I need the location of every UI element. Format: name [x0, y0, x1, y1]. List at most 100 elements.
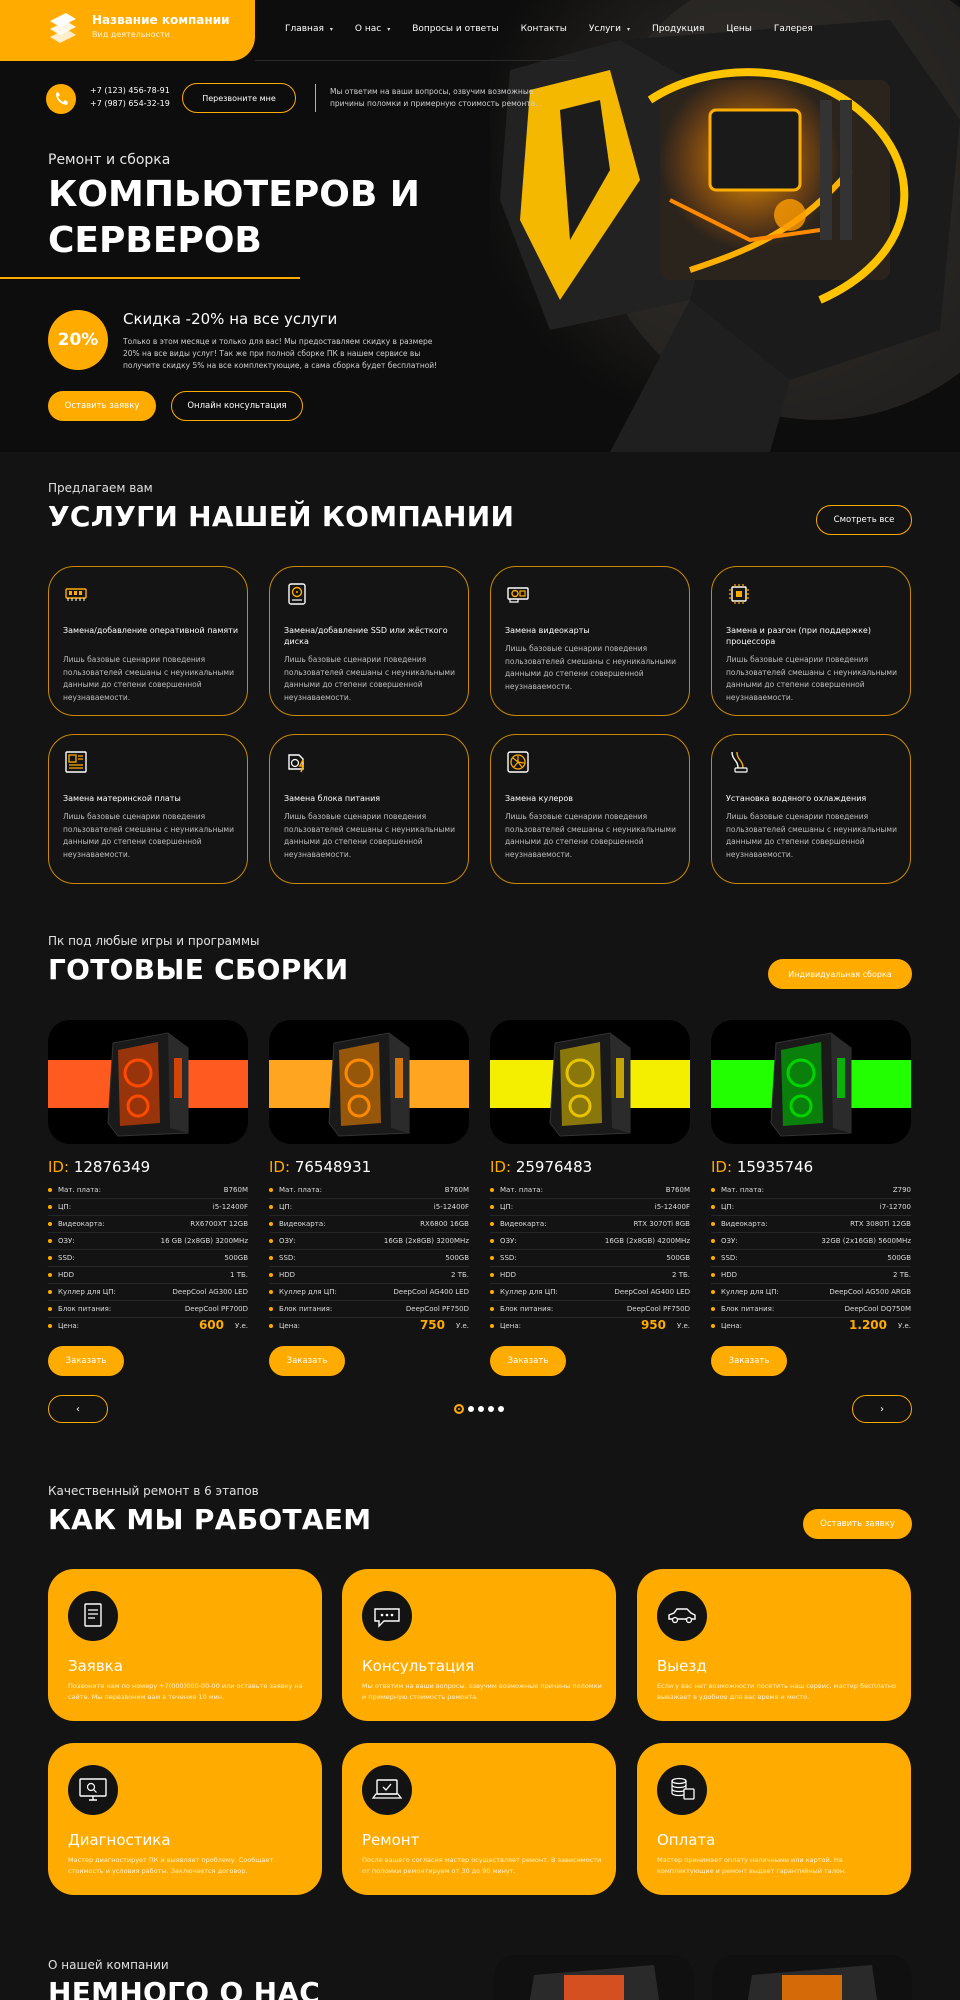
spec-label: ЦП:	[721, 1203, 735, 1211]
build-image[interactable]	[269, 1020, 469, 1144]
see-all-button[interactable]: Смотреть все	[816, 505, 912, 535]
spec-value: 2 ТБ.	[451, 1271, 469, 1279]
nav-item-label: Продукция	[652, 24, 705, 34]
spec-value: RX6700XT 12GB	[190, 1220, 248, 1228]
hero-pc-image	[490, 0, 960, 452]
spec-row: SSD: 500GB	[490, 1250, 690, 1267]
spec-row: Мат. плата: B760M	[269, 1182, 469, 1199]
about-image-1	[494, 1955, 694, 2000]
pagination-dot[interactable]	[478, 1406, 484, 1412]
order-button[interactable]: Заказать	[490, 1346, 566, 1376]
nav-item[interactable]: Главная ▾	[285, 24, 333, 34]
nav-item-label: Цены	[726, 24, 752, 34]
price-label: Цена:	[721, 1322, 742, 1330]
carousel-next-button[interactable]: ›	[852, 1395, 912, 1423]
spec-row: Блок питания: DeepCool PF750D	[269, 1301, 469, 1318]
spec-label: Мат. плата:	[500, 1186, 543, 1194]
order-button[interactable]: Заказать	[711, 1346, 787, 1376]
nav-item[interactable]: Цены	[726, 24, 752, 34]
spec-row: Видеокарта: RX6800 16GB	[269, 1216, 469, 1233]
spec-value: 2 ТБ.	[672, 1271, 690, 1279]
nav-item[interactable]: Вопросы и ответы	[412, 24, 498, 34]
spec-row: SSD: 500GB	[48, 1250, 248, 1267]
step-title: Выезд	[657, 1657, 707, 1675]
spec-row: Куллер для ЦП: DeepCool AG500 ARGB	[711, 1284, 911, 1301]
build-image[interactable]	[48, 1020, 248, 1144]
chat-icon	[362, 1591, 412, 1641]
phone-number-2[interactable]: +7 (987) 654-32-19	[90, 99, 170, 108]
build-id-prefix: ID:	[711, 1158, 733, 1176]
pagination-dot[interactable]	[468, 1406, 474, 1412]
spec-value: B760M	[223, 1186, 248, 1194]
bullet-icon	[48, 1256, 52, 1260]
spec-value: 500GB	[887, 1254, 911, 1262]
bullet-icon	[490, 1273, 494, 1277]
spec-value: i5-12400F	[433, 1203, 469, 1211]
service-card[interactable]: Замена видеокарты Лишь базовые сценарии п…	[490, 566, 690, 716]
bullet-icon	[48, 1239, 52, 1243]
build-image[interactable]	[490, 1020, 690, 1144]
spec-label: Блок питания:	[500, 1305, 554, 1313]
bullet-icon	[48, 1205, 52, 1209]
nav-item[interactable]: Галерея	[774, 24, 813, 34]
spec-value: i5-12400F	[212, 1203, 248, 1211]
pagination-dot[interactable]	[488, 1406, 494, 1412]
phone-icon[interactable]	[46, 84, 76, 114]
spec-row: SSD: 500GB	[269, 1250, 469, 1267]
spec-label: ОЗУ:	[58, 1237, 75, 1245]
build-id-value: 15935746	[736, 1158, 814, 1176]
nav-item[interactable]: Контакты	[521, 24, 567, 34]
spec-value: i7-12700	[879, 1203, 911, 1211]
ram-icon	[63, 581, 89, 607]
service-card[interactable]: Замена и разгон (при поддержке) процессо…	[711, 566, 911, 716]
service-card[interactable]: Замена блока питания Лишь базовые сценари…	[269, 734, 469, 884]
service-text: Лишь базовые сценарии поведения пользова…	[63, 655, 234, 702]
carousel-prev-button[interactable]: ‹	[48, 1395, 108, 1423]
steps-request-button[interactable]: Оставить заявку	[803, 1509, 912, 1539]
service-card[interactable]: Замена/добавление SSD или жёсткого диска…	[269, 566, 469, 716]
service-card[interactable]: Замена материнской платы Лишь базовые сце…	[48, 734, 248, 884]
service-text: Лишь базовые сценарии поведения пользова…	[63, 812, 234, 859]
service-card[interactable]: Замена/добавление оперативной памяти Лишь…	[48, 566, 248, 716]
service-card[interactable]: Замена кулеров Лишь базовые сценарии пове…	[490, 734, 690, 884]
callback-button[interactable]: Перезвоните мне	[182, 83, 296, 113]
spec-row: HDD 2 ТБ.	[711, 1267, 911, 1284]
step-text: Мастер диагностирует ПК и выявляет пробл…	[68, 1856, 274, 1875]
build-image[interactable]	[711, 1020, 911, 1144]
hero-request-button[interactable]: Оставить заявку	[48, 391, 156, 421]
nav-item[interactable]: Продукция	[652, 24, 704, 34]
spec-label: Куллер для ЦП:	[58, 1288, 116, 1296]
main-nav: Главная ▾ О нас ▾ Вопросы и ответы Контакты Ус…	[285, 24, 835, 34]
spec-row: Блок питания: DeepCool PF700D	[48, 1301, 248, 1318]
bullet-icon	[48, 1188, 52, 1192]
price-value: 1.200	[849, 1318, 887, 1332]
logo-block[interactable]: Название компании Вид деятельности	[0, 0, 255, 61]
bullet-icon	[269, 1324, 273, 1328]
build-id-prefix: ID:	[48, 1158, 70, 1176]
step-card: Ремонт После вашего согласия мастер осуще…	[342, 1743, 616, 1895]
order-button[interactable]: Заказать	[269, 1346, 345, 1376]
chevron-down-icon: ▾	[626, 25, 630, 33]
price-value: 950	[640, 1318, 666, 1332]
pagination-dot[interactable]	[454, 1404, 464, 1414]
spec-value: RTX 3080Ti 12GB	[850, 1220, 911, 1228]
about-title: НЕМНОГО О НАС	[48, 1976, 321, 2000]
nav-item[interactable]: О нас ▾	[355, 24, 390, 34]
build-id-value: 12876349	[73, 1158, 151, 1176]
nav-item[interactable]: Услуги ▾	[589, 24, 630, 34]
price-row: Цена: 750 У.е.	[269, 1318, 469, 1335]
hero-consult-button[interactable]: Онлайн консультация	[171, 391, 303, 421]
pagination-dot[interactable]	[498, 1406, 504, 1412]
pc-case-icon	[770, 1032, 852, 1137]
about-pretitle: О нашей компании	[48, 1958, 169, 1972]
phone-number-1[interactable]: +7 (123) 456-78-91	[90, 86, 170, 95]
discount-badge: 20%	[48, 310, 108, 370]
spec-row: HDD 2 ТБ.	[490, 1267, 690, 1284]
spec-row: ЦП: i7-12700	[711, 1199, 911, 1216]
service-card[interactable]: Установка водяного охлаждения Лишь базовы…	[711, 734, 911, 884]
builds-title: ГОТОВЫЕ СБОРКИ	[48, 953, 349, 986]
order-button[interactable]: Заказать	[48, 1346, 124, 1376]
custom-build-button[interactable]: Индивидуальная сборка	[768, 959, 912, 989]
bullet-icon	[711, 1324, 715, 1328]
spec-value: DeepCool AG500 ARGB	[829, 1288, 911, 1296]
